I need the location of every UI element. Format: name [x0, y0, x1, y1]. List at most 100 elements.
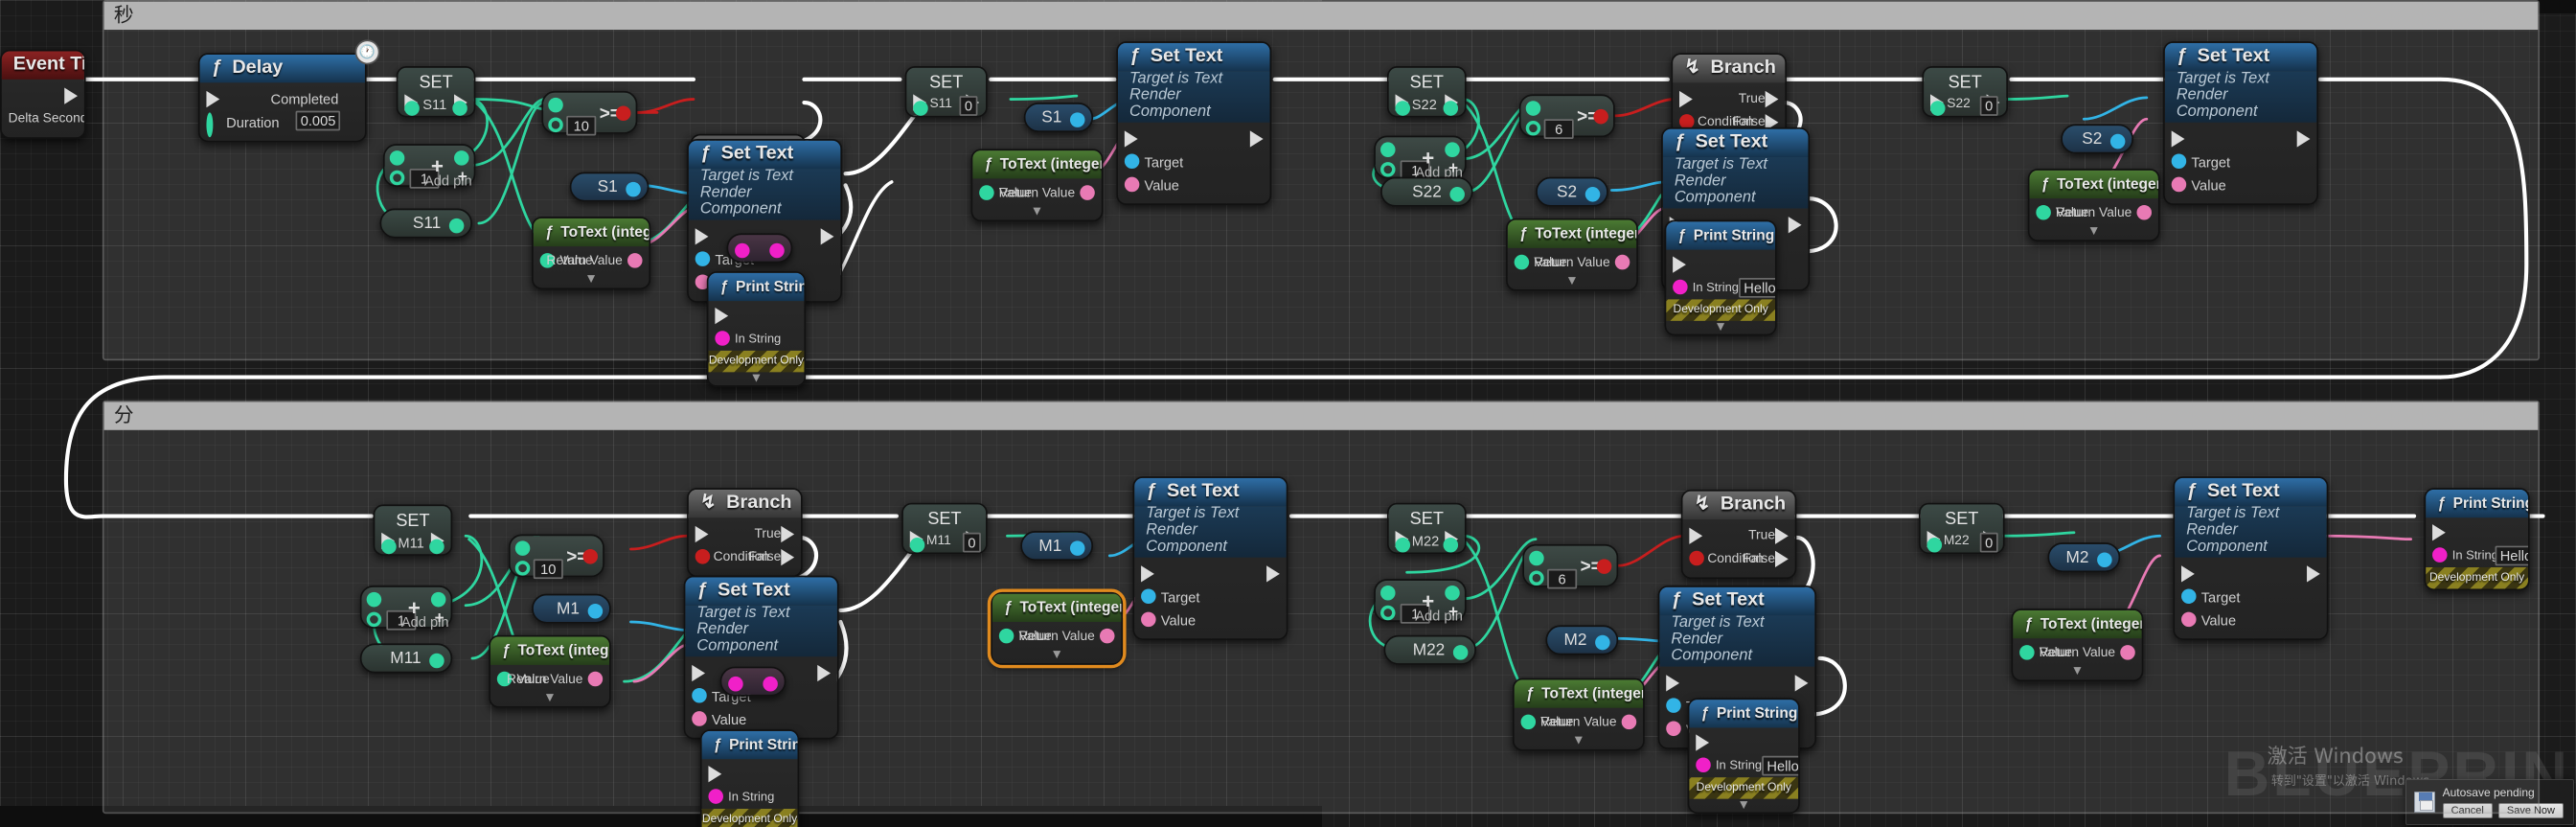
set-node-m11[interactable]: SET M11	[373, 504, 453, 556]
relay-out-pin[interactable]	[763, 676, 778, 692]
exec-in-pin[interactable]	[695, 228, 709, 245]
target-pin[interactable]	[2181, 588, 2197, 604]
set-var-value[interactable]: 0	[962, 532, 981, 553]
getter-m2-object[interactable]: M2	[1545, 625, 1619, 655]
set-var-value[interactable]: 0	[1979, 96, 1998, 116]
gte-a-pin[interactable]	[1525, 101, 1541, 116]
set-var-in-pin[interactable]	[404, 101, 420, 116]
exec-in-pin[interactable]	[692, 664, 706, 682]
exec-out-pin[interactable]	[64, 87, 79, 104]
getter-out-pin[interactable]	[1452, 645, 1469, 660]
node-delay[interactable]: ƒ Delay Completed Duration 0.005 🕐	[197, 39, 380, 143]
add-node-4[interactable]: 1 + Add pin +	[1374, 579, 1467, 624]
totext-return-pin[interactable]	[587, 671, 604, 687]
condition-pin[interactable]	[1689, 550, 1704, 566]
expand-caret-icon[interactable]: ▼	[708, 371, 804, 385]
add-pin-plus-icon[interactable]: +	[1448, 160, 1458, 178]
add-pin-plus-icon[interactable]: +	[458, 169, 467, 187]
add-pin-plus-icon[interactable]: +	[435, 610, 445, 629]
expand-caret-icon[interactable]: ▼	[1666, 320, 1775, 334]
gte-result-pin[interactable]	[1596, 559, 1612, 574]
expand-caret-icon[interactable]: ▼	[1515, 733, 1643, 747]
getter-s11[interactable]: S11	[379, 208, 472, 239]
expand-caret-icon[interactable]: ▼	[1508, 274, 1636, 288]
add-result-pin[interactable]	[454, 150, 469, 166]
gte-b-pin[interactable]	[514, 561, 531, 576]
node-set-text-bot-1[interactable]: ƒ Set Text Target is Text Render Compone…	[683, 575, 839, 740]
node-totext-top-3[interactable]: ƒ ToText (integer) Value Return Value ▼	[1506, 218, 1638, 291]
node-totext-top-1[interactable]: ƒ ToText (integer) Value Return Value ▼	[532, 217, 651, 290]
in-string-pin[interactable]	[1696, 757, 1711, 773]
in-string-pin[interactable]	[1673, 279, 1688, 295]
exec-out-pin[interactable]	[1249, 130, 1264, 148]
set-node-s22[interactable]: SET S22	[1386, 66, 1467, 118]
totext-value-pin[interactable]	[2036, 205, 2051, 220]
node-set-text-top-4[interactable]: ƒ Set Text Target is Text Render Compone…	[2163, 41, 2319, 206]
exec-out-pin[interactable]	[1757, 257, 1768, 273]
gte-a-pin[interactable]	[514, 540, 531, 556]
add-a-pin[interactable]	[389, 150, 405, 166]
gte-b-pin[interactable]	[1529, 570, 1544, 586]
exec-out-pin[interactable]	[2307, 565, 2320, 583]
set-var-out-pin[interactable]	[429, 539, 445, 555]
totext-value-pin[interactable]	[1520, 714, 1537, 730]
gte-node-1[interactable]: 10 >=	[541, 90, 638, 136]
set-node-m11-reset[interactable]: SET M11 0	[901, 502, 988, 555]
expand-caret-icon[interactable]: ▼	[972, 204, 1101, 218]
getter-out-pin[interactable]	[1069, 540, 1085, 556]
exec-in-pin[interactable]	[2432, 524, 2446, 541]
getter-m2-object-2[interactable]: M2	[2047, 542, 2121, 573]
totext-return-pin[interactable]	[1080, 185, 1095, 200]
node-set-text-bot-4[interactable]: ƒ Set Text Target is Text Render Compone…	[2173, 476, 2329, 640]
relay-in-pin[interactable]	[735, 242, 750, 259]
set-var-out-pin[interactable]	[1443, 101, 1459, 116]
add-a-pin[interactable]	[1380, 586, 1396, 601]
getter-s2-object-2[interactable]: S2	[2061, 124, 2134, 154]
totext-value-pin[interactable]	[2019, 645, 2035, 660]
gte-node-4[interactable]: 6 >=	[1522, 543, 1619, 589]
node-totext-top-4[interactable]: ƒ ToText (integer) Value Return Value ▼	[2027, 169, 2160, 241]
add-result-pin[interactable]	[1445, 142, 1460, 157]
getter-s1-object-2[interactable]: S1	[1023, 103, 1094, 133]
exec-in-pin[interactable]	[695, 525, 709, 543]
exec-in-pin[interactable]	[1666, 675, 1680, 692]
gte-compare-value[interactable]: 10	[566, 115, 597, 136]
getter-m1-object-2[interactable]: M1	[1020, 531, 1094, 562]
set-node-s22-reset[interactable]: SET S22 0	[1922, 66, 2009, 118]
getter-out-pin[interactable]	[587, 603, 604, 619]
getter-s22[interactable]: S22	[1380, 176, 1473, 207]
exec-in-pin[interactable]	[1673, 256, 1686, 273]
exec-out-pin[interactable]	[2510, 524, 2521, 540]
totext-value-pin[interactable]	[1514, 254, 1530, 270]
gte-compare-value[interactable]: 10	[533, 559, 563, 580]
totext-value-pin[interactable]	[979, 185, 994, 200]
value-pin[interactable]	[692, 711, 707, 726]
expand-caret-icon[interactable]: ▼	[2029, 224, 2157, 239]
getter-out-pin[interactable]	[448, 218, 465, 234]
add-b-pin[interactable]	[1380, 162, 1396, 177]
getter-out-pin[interactable]	[429, 653, 445, 669]
exec-out-pin[interactable]	[817, 664, 832, 682]
getter-s1-object[interactable]: S1	[569, 172, 650, 202]
node-print-string-top-1[interactable]: ƒ Print String In String Development Onl…	[706, 271, 807, 387]
add-node-1[interactable]: 1 + Add pin +	[382, 144, 476, 189]
exec-in-pin[interactable]	[2181, 565, 2195, 583]
add-b-pin[interactable]	[1380, 605, 1396, 621]
node-totext-bot-1[interactable]: ƒ ToText (integer) Value Return Value ▼	[489, 634, 611, 708]
in-string-pin[interactable]	[715, 331, 730, 346]
exec-out-pin[interactable]	[820, 228, 834, 245]
expand-caret-icon[interactable]: ▼	[1689, 798, 1798, 813]
set-node-m22-reset[interactable]: SET M22 0	[1918, 502, 2005, 555]
add-node-3[interactable]: 1 + Add pin +	[359, 586, 453, 631]
node-event-tick[interactable]: Event Tick Delta Seconds	[0, 49, 86, 139]
target-pin[interactable]	[692, 688, 707, 703]
gte-compare-value[interactable]: 6	[1543, 119, 1574, 139]
in-string-pin[interactable]	[2432, 547, 2448, 563]
value-pin[interactable]	[1666, 721, 1681, 737]
relay-in-pin[interactable]	[728, 676, 743, 692]
totext-return-pin[interactable]	[2120, 645, 2135, 660]
exec-out-pin[interactable]	[1788, 217, 1802, 234]
set-var-in-pin[interactable]	[1930, 101, 1946, 116]
getter-s2-object[interactable]: S2	[1536, 176, 1608, 207]
getter-out-pin[interactable]	[1449, 187, 1465, 202]
